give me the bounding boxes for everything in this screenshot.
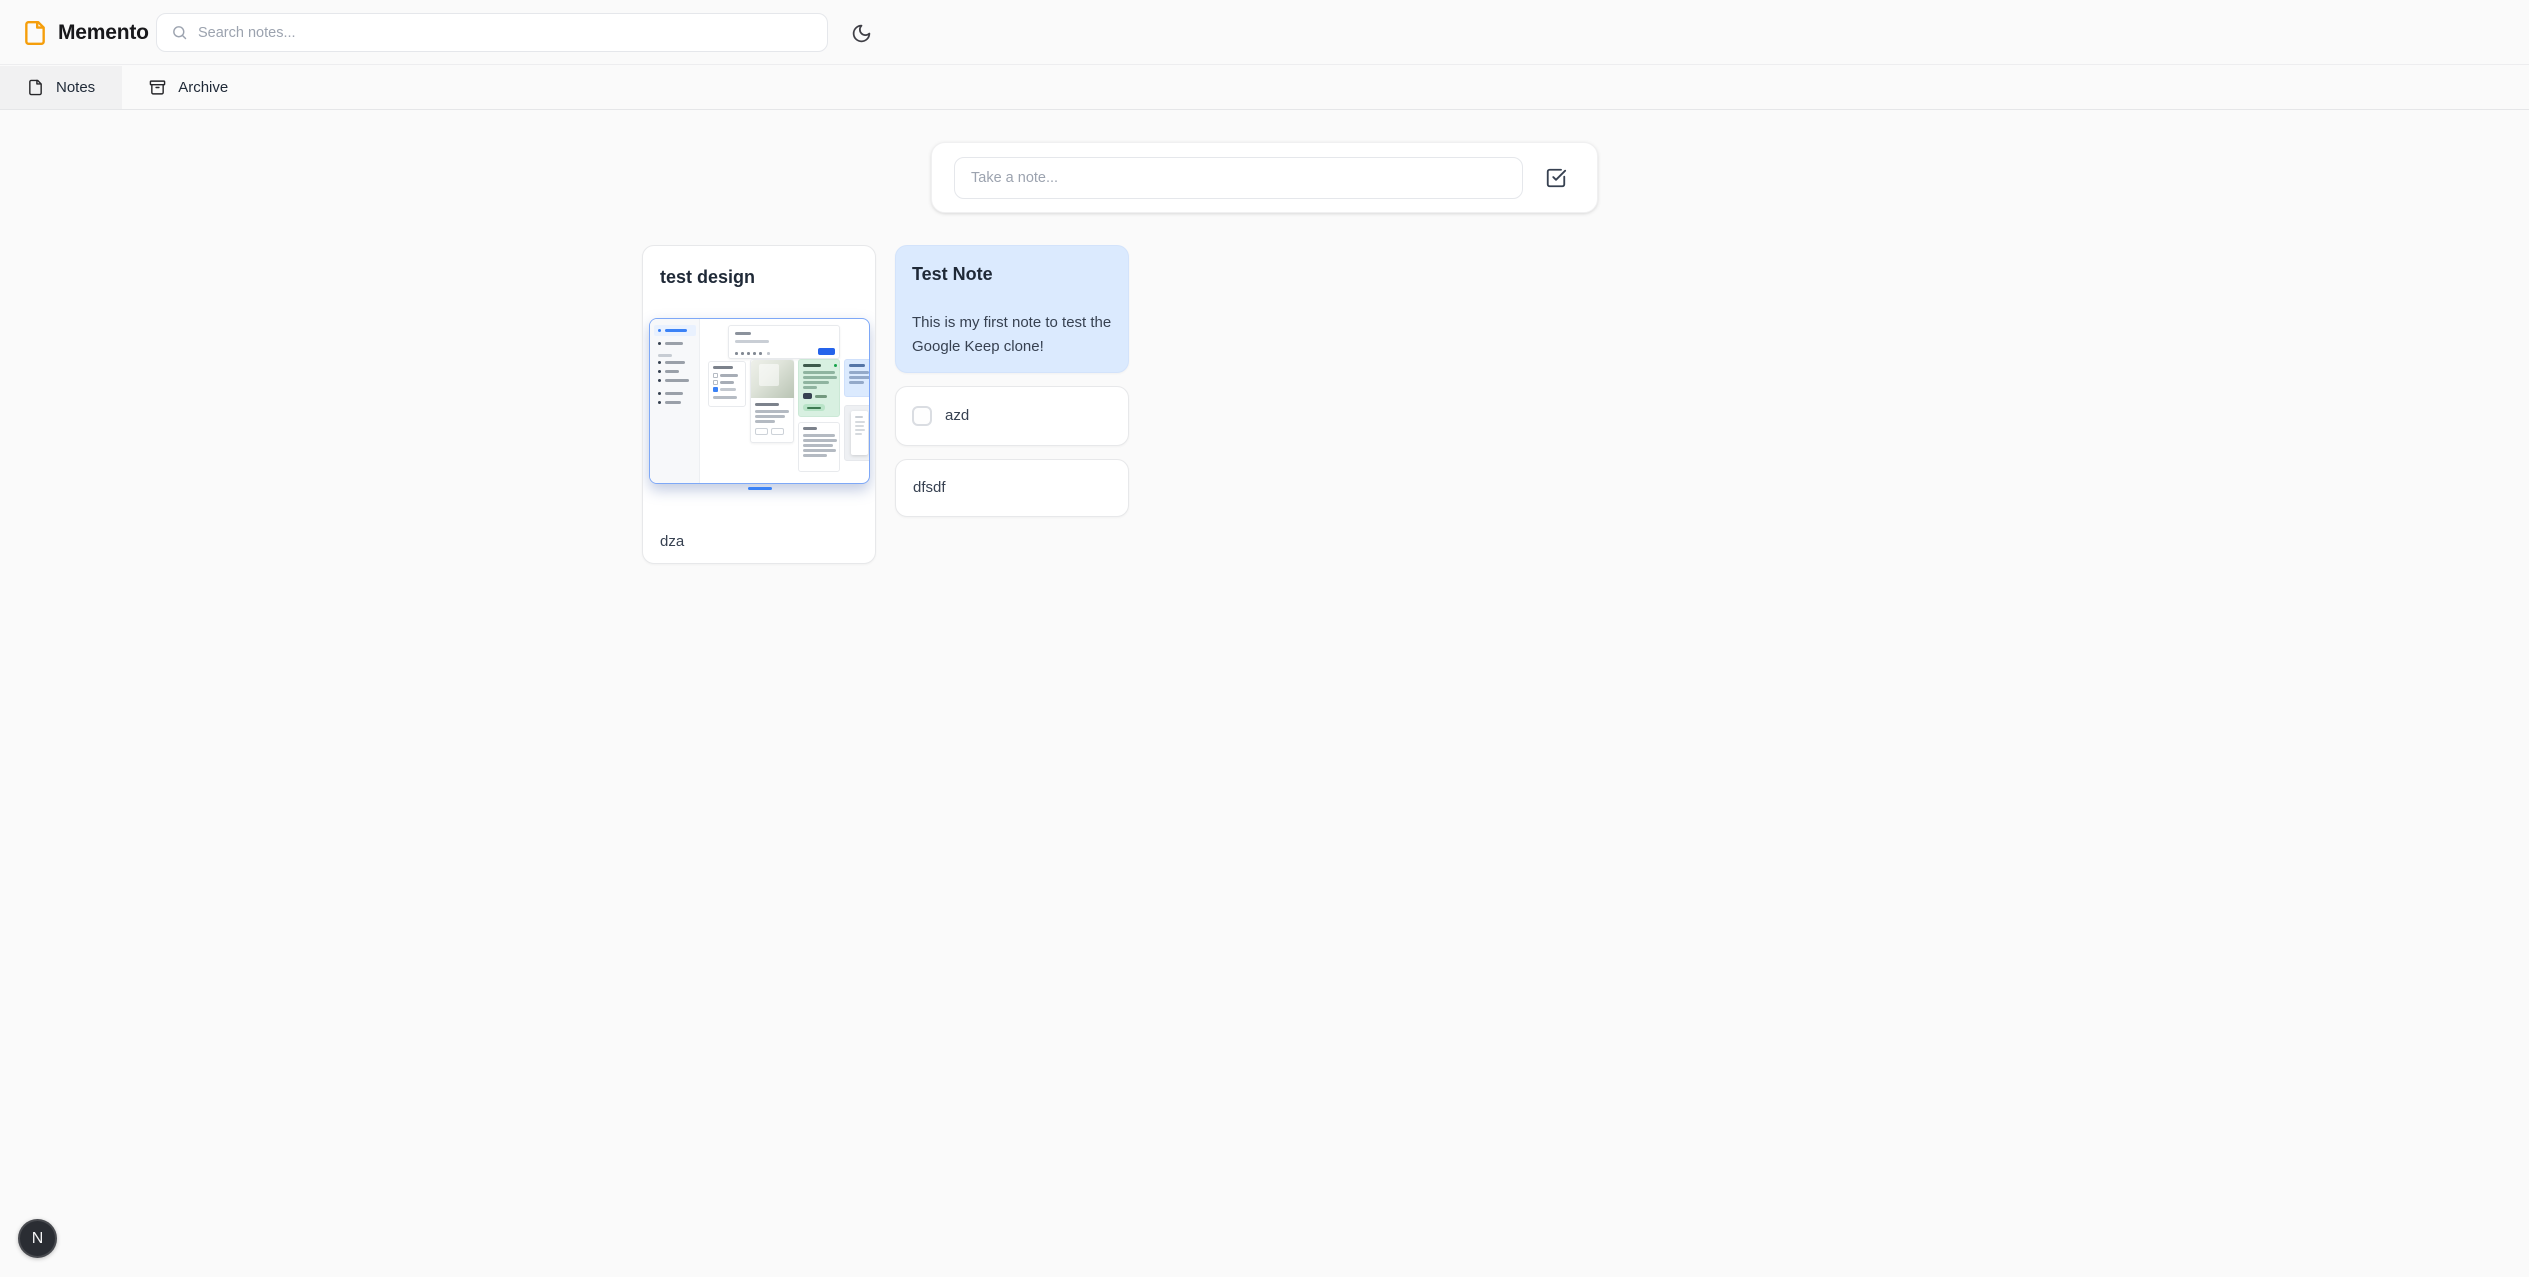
search-bar[interactable] [156,13,828,52]
note-body: dza [643,493,875,564]
note-card-test-note[interactable]: Test Note This is my first note to test … [895,245,1129,373]
thumbnail-sidebar [650,319,700,483]
tab-archive-label: Archive [178,79,228,96]
tab-archive[interactable]: Archive [122,66,255,109]
note-body: dfsdf [913,476,946,500]
thumbnail-card-photo [750,359,794,443]
memento-logo-icon [22,20,48,46]
checklist-item-label: azd [945,406,969,426]
take-note-input[interactable] [954,157,1523,199]
new-checklist-button[interactable] [1537,159,1575,197]
grid-column-2: Test Note This is my first note to test … [895,245,1129,517]
archive-icon [149,79,166,96]
file-icon [27,79,44,96]
checklist-checkbox[interactable] [912,406,932,426]
tab-bar: Notes Archive [0,66,2529,110]
note-title: test design [643,246,875,288]
thumbnail-accent-bar [748,487,772,490]
thumbnail-window [649,318,870,484]
thumbnail-composer [728,325,840,359]
thumbnail-card-blue [844,359,870,397]
thumbnail-card-idea [798,422,840,472]
thumbnail-card-green [798,359,840,417]
note-title: Test Note [912,263,1112,285]
note-card-azd[interactable]: azd [895,386,1129,446]
app-header: Memento [0,0,2529,65]
note-body: This is my first note to test the Google… [912,311,1112,358]
brand: Memento [22,0,149,65]
note-card-test-design[interactable]: test design [642,245,876,564]
app-title: Memento [58,21,149,45]
note-composer [931,142,1598,213]
thumbnail-card-checklist [708,361,746,407]
grid-column-1: test design [642,245,876,564]
note-image-thumbnail [643,315,876,493]
tab-notes[interactable]: Notes [0,66,122,109]
search-input[interactable] [198,25,813,41]
tab-notes-label: Notes [56,79,95,96]
user-avatar[interactable]: N [18,1219,57,1258]
new-checklist-icon [1545,167,1567,189]
user-avatar-initial: N [32,1230,44,1248]
thumbnail-card-phone [844,405,870,461]
search-icon [171,24,188,41]
note-card-dfsdf[interactable]: dfsdf [895,459,1129,517]
moon-icon [851,23,872,44]
memento-app: Memento Notes [0,0,2529,1277]
theme-toggle-button[interactable] [844,16,878,50]
